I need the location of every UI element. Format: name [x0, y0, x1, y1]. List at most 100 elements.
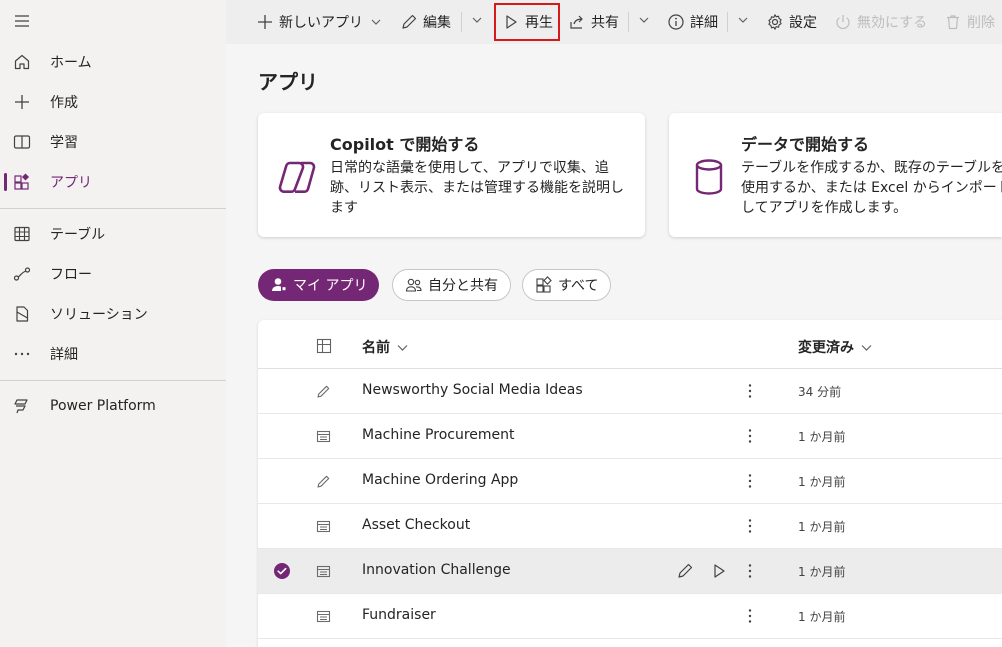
- details-button[interactable]: 詳細: [667, 7, 718, 37]
- solution-icon: [12, 304, 32, 324]
- filter-shared-with-me[interactable]: 自分と共有: [392, 269, 511, 301]
- column-header-modified[interactable]: 変更済み: [798, 337, 873, 357]
- play-icon: [502, 13, 520, 31]
- table-row[interactable]: Machine Procurement 1 か月前: [258, 414, 1002, 459]
- more-vertical-icon[interactable]: [740, 426, 760, 446]
- apps-icon: [535, 276, 553, 294]
- more-vertical-icon[interactable]: [740, 381, 760, 401]
- hamburger-menu-icon[interactable]: [12, 11, 32, 31]
- nav-item-tables[interactable]: テーブル: [0, 214, 226, 254]
- nav-item-more[interactable]: 詳細: [0, 334, 226, 374]
- left-nav: ホーム 作成 学習 アプリ テーブル フロー ソリューション 詳細 Power …: [0, 0, 226, 647]
- command-separator: [628, 12, 629, 32]
- table-row[interactable]: Newsworthy Social Media Ideas 34 分前: [258, 369, 1002, 414]
- copilot-start-card[interactable]: Copilot で開始する 日常的な語彙を使用して、アプリで収集、追跡、リスト表…: [258, 113, 645, 237]
- share-label: 共有: [591, 15, 619, 31]
- nav-label: Power Platform: [50, 398, 156, 414]
- card-title: Copilot で開始する: [330, 135, 480, 154]
- more-vertical-icon[interactable]: [740, 606, 760, 626]
- power-icon: [834, 13, 852, 31]
- new-app-button[interactable]: 新しいアプリ: [256, 7, 383, 37]
- page-title: アプリ: [258, 70, 318, 94]
- people-icon: [405, 276, 423, 294]
- table-header: 名前 変更済み: [258, 320, 1002, 369]
- pill-label: すべて: [558, 278, 599, 294]
- selection-indicator: [4, 173, 7, 191]
- play-icon[interactable]: [710, 562, 728, 580]
- database-icon: [687, 155, 731, 199]
- app-name[interactable]: Newsworthy Social Media Ideas: [362, 382, 583, 398]
- new-app-label: 新しいアプリ: [279, 15, 363, 31]
- command-bar: 新しいアプリ 編集 再生 共有 詳細 設定 無効にする 削除: [226, 0, 1002, 44]
- model-app-icon: [316, 564, 331, 579]
- more-vertical-icon[interactable]: [740, 561, 760, 581]
- card-description: 日常的な語彙を使用して、アプリで収集、追跡、リスト表示、または管理する機能を説明…: [330, 160, 624, 216]
- main-content: 新しいアプリ 編集 再生 共有 詳細 設定 無効にする 削除 アプリ Copil…: [226, 0, 1002, 647]
- chevron-down-icon[interactable]: [736, 13, 750, 27]
- pencil-icon: [400, 13, 418, 31]
- nav-divider: [0, 380, 226, 381]
- nav-item-power-platform[interactable]: Power Platform: [0, 386, 226, 426]
- modified-time: 1 か月前: [798, 520, 846, 534]
- nav-item-home[interactable]: ホーム: [0, 42, 226, 82]
- delete-button[interactable]: 削除: [944, 7, 995, 37]
- command-separator: [461, 12, 462, 32]
- more-vertical-icon[interactable]: [740, 471, 760, 491]
- column-header-name[interactable]: 名前: [362, 337, 409, 357]
- app-name[interactable]: Asset Checkout: [362, 517, 470, 533]
- more-vertical-icon[interactable]: [740, 516, 760, 536]
- chevron-down-icon[interactable]: [470, 13, 484, 27]
- delete-label: 削除: [967, 15, 995, 31]
- row-checkmark-icon[interactable]: [273, 562, 291, 580]
- table-row[interactable]: Fundraiser 1 か月前: [258, 594, 1002, 639]
- column-header-label: 名前: [362, 340, 390, 356]
- app-name[interactable]: Machine Ordering App: [362, 472, 518, 488]
- table-row[interactable]: Innovation Challenge 1 か月前: [258, 549, 1002, 594]
- edit-icon[interactable]: [676, 562, 694, 580]
- app-name[interactable]: Fundraiser: [362, 607, 436, 623]
- deactivate-button[interactable]: 無効にする: [834, 7, 927, 37]
- nav-item-flows[interactable]: フロー: [0, 254, 226, 294]
- app-type-column-icon: [316, 338, 332, 354]
- apps-table: 名前 変更済み Newsworthy Social Media Ideas 34…: [258, 320, 1002, 647]
- edit-label: 編集: [423, 15, 451, 31]
- filter-all[interactable]: すべて: [522, 269, 612, 301]
- chevron-down-icon: [860, 341, 873, 354]
- share-icon: [568, 13, 586, 31]
- table-row[interactable]: Asset Checkout 1 か月前: [258, 504, 1002, 549]
- play-button[interactable]: 再生: [502, 7, 553, 37]
- column-header-label: 変更済み: [798, 340, 854, 356]
- modified-time: 1 か月前: [798, 475, 846, 489]
- settings-label: 設定: [789, 15, 817, 31]
- modified-time: 34 分前: [798, 385, 842, 399]
- copilot-icon: [276, 155, 320, 199]
- canvas-app-icon: [316, 474, 331, 489]
- nav-item-apps[interactable]: アプリ: [0, 162, 226, 202]
- model-app-icon: [316, 519, 331, 534]
- card-title: データで開始する: [741, 135, 870, 154]
- canvas-app-icon: [316, 384, 331, 399]
- edit-button[interactable]: 編集: [400, 7, 451, 37]
- data-start-card[interactable]: データで開始する テーブルを作成するか、既存のテーブルを使用するか、または Ex…: [669, 113, 1002, 237]
- modified-time: 1 か月前: [798, 430, 846, 444]
- plus-icon: [256, 13, 274, 31]
- nav-label: 詳細: [50, 347, 78, 363]
- power-platform-icon: [12, 396, 32, 416]
- plus-icon: [12, 92, 32, 112]
- pill-label: 自分と共有: [428, 278, 498, 294]
- nav-item-create[interactable]: 作成: [0, 82, 226, 122]
- nav-item-learn[interactable]: 学習: [0, 122, 226, 162]
- chevron-down-icon[interactable]: [637, 13, 651, 27]
- filter-my-apps[interactable]: マイ アプリ: [258, 269, 380, 301]
- table-row[interactable]: Machine Ordering App 1 か月前: [258, 459, 1002, 504]
- app-name[interactable]: Machine Procurement: [362, 427, 515, 443]
- model-app-icon: [316, 609, 331, 624]
- chevron-down-icon: [369, 15, 383, 29]
- nav-label: 作成: [50, 95, 78, 111]
- share-button[interactable]: 共有: [568, 7, 619, 37]
- app-name[interactable]: Innovation Challenge: [362, 562, 511, 578]
- nav-item-solutions[interactable]: ソリューション: [0, 294, 226, 334]
- settings-button[interactable]: 設定: [766, 7, 817, 37]
- modified-time: 1 か月前: [798, 565, 846, 579]
- person-icon: [270, 276, 288, 294]
